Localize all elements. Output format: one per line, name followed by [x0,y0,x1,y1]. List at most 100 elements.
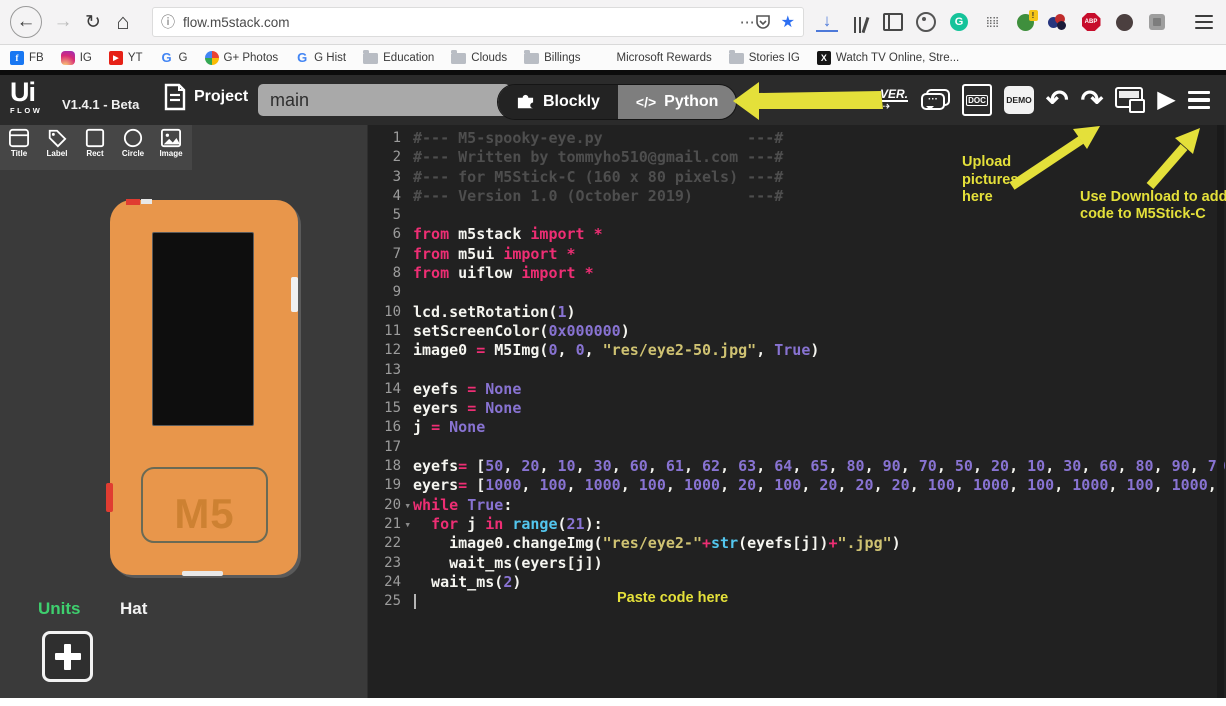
home-button[interactable]: ⌂ [108,7,138,37]
bookmark-label: Clouds [471,52,507,64]
bookmark-folder-billings[interactable]: Billings [524,51,580,64]
add-unit-button[interactable] [42,631,93,682]
code-line[interactable]: 9 [368,283,1226,302]
bookmark-watch-tv[interactable]: X Watch TV Online, Stre... [817,51,959,65]
x-site-icon: X [817,51,831,65]
doc-button[interactable]: DOC [962,84,992,116]
code-line[interactable]: 17 [368,438,1226,457]
code-line[interactable]: 1#--- M5-spooky-eye.py ---# [368,129,1226,148]
code-line[interactable]: 3#--- for M5Stick-C (160 x 80 pixels) --… [368,168,1226,187]
account-icon[interactable] [915,11,937,33]
bookmark-label: G [179,52,188,64]
forward-button[interactable]: → [48,7,78,37]
bookmark-yt[interactable]: ▶ YT [109,51,143,65]
code-line[interactable]: 15eyers = None [368,399,1226,418]
library-icon[interactable] [849,11,871,33]
device-side-button-right[interactable] [291,277,298,312]
code-line[interactable]: 10lcd.setRotation(1) [368,303,1226,322]
bookmark-star-icon[interactable]: ★ [781,12,795,32]
device-side-button-left[interactable] [106,483,113,512]
folder-icon [363,53,378,64]
circles-extension-icon[interactable] [1047,11,1069,33]
m5stickc-device-preview[interactable]: M5 [110,200,298,575]
bookmark-ghist[interactable]: G G Hist [295,51,346,65]
project-name-input[interactable] [258,84,510,116]
code-text: wait_ms(eyers[j]) [413,554,603,573]
bookmark-ig[interactable]: IG [61,51,92,65]
code-line[interactable]: 16j = None [368,418,1226,437]
tab-units[interactable]: Units [38,599,81,619]
code-line[interactable]: 8from uiflow import * [368,264,1226,283]
code-text: for j in range(21): [413,515,603,534]
code-line[interactable]: 25 [368,592,1226,611]
code-line[interactable]: 24 wait_ms(2) [368,573,1226,592]
sidebar-icon[interactable] [882,11,904,33]
code-line[interactable]: 13 [368,361,1226,380]
tool-circle[interactable]: Circle [114,128,152,158]
grammarly-icon[interactable]: G [948,11,970,33]
url-text[interactable]: flow.m5stack.com [183,15,730,30]
bookmark-label: Stories IG [749,52,800,64]
code-text: image0 = M5Img(0, 0, "res/eye2-50.jpg", … [413,341,819,360]
code-text: setScreenColor(0x000000) [413,322,630,341]
page-actions-icon[interactable]: ⋯ [740,13,755,31]
project-button[interactable]: Project [163,83,248,111]
refresh-button[interactable]: ↻ [78,7,108,37]
bookmark-folder-education[interactable]: Education [363,51,434,64]
code-line[interactable]: 18eyefs= [50, 20, 10, 30, 60, 61, 62, 63… [368,457,1226,476]
tool-label[interactable]: Label [38,128,76,158]
tool-title[interactable]: Title [0,128,38,158]
code-line[interactable]: 14eyefs = None [368,380,1226,399]
site-info-icon[interactable]: ⓘ [161,12,175,32]
code-line[interactable]: 2#--- Written by tommyho510@gmail.com --… [368,148,1226,167]
version-button[interactable]: VER. ⇢ [880,88,908,112]
notification-extension-icon[interactable] [1014,11,1036,33]
bookmark-microsoft-rewards[interactable]: Microsoft Rewards [598,51,712,65]
code-line[interactable]: 11setScreenColor(0x000000) [368,322,1226,341]
code-line[interactable]: 12image0 = M5Img(0, 0, "res/eye2-50.jpg"… [368,341,1226,360]
tab-blockly[interactable]: Blockly [498,85,618,119]
url-bar[interactable]: ⓘ flow.m5stack.com ⋯ ★ [152,7,804,37]
page-bottom-edge [0,699,1226,706]
bookmark-gplus-photos[interactable]: G+ Photos [205,51,279,65]
tab-hat[interactable]: Hat [120,599,147,619]
browser-menu-icon[interactable] [1195,15,1213,30]
adblock-icon[interactable]: ABP [1080,11,1102,33]
bookmark-google[interactable]: G G [160,51,188,65]
downloads-icon[interactable]: ↓ [816,12,838,32]
download-menu-button[interactable] [1188,91,1210,110]
device-manager-button[interactable] [1115,87,1145,113]
bookmark-folder-clouds[interactable]: Clouds [451,51,507,64]
bookmark-fb[interactable]: f FB [10,51,44,65]
qr-extension-icon[interactable]: ⣿⣿ [981,11,1003,33]
tool-rect[interactable]: Rect [76,128,114,158]
back-button[interactable]: ← [10,6,42,38]
tab-python[interactable]: </> Python [618,85,736,119]
tool-image[interactable]: Image [152,128,190,158]
redo-button[interactable]: ↷ [1081,87,1104,114]
code-line[interactable]: 20▾while True: [368,496,1226,515]
run-button[interactable]: ▶ [1157,88,1175,112]
code-line[interactable]: 6from m5stack import * [368,225,1226,244]
bookmark-folder-stories-ig[interactable]: Stories IG [729,51,800,64]
device-screen[interactable] [152,232,254,426]
line-number: 10 [368,303,413,322]
label-tag-icon [46,128,68,148]
code-line[interactable]: 21▾ for j in range(21): [368,515,1226,534]
line-number: 13 [368,361,413,380]
device-m5-button[interactable]: M5 [141,467,268,543]
undo-button[interactable]: ↶ [1046,87,1069,114]
demo-button[interactable]: DEMO [1004,86,1034,114]
pocket-icon[interactable] [755,14,771,30]
line-number: 11 [368,322,413,341]
dark-extension-icon[interactable] [1113,11,1135,33]
grey-extension-icon[interactable] [1146,11,1168,33]
line-number: 3 [368,168,413,187]
bookmark-label: G Hist [314,52,346,64]
code-line[interactable]: 23 wait_ms(eyers[j]) [368,554,1226,573]
code-line[interactable]: 22 image0.changeImg("res/eye2-"+str(eyef… [368,534,1226,553]
feedback-button[interactable]: ··· [920,87,950,113]
code-line[interactable]: 19eyers= [1000, 100, 1000, 100, 1000, 20… [368,476,1226,495]
puzzle-icon [516,93,535,112]
code-line[interactable]: 7from m5ui import * [368,245,1226,264]
